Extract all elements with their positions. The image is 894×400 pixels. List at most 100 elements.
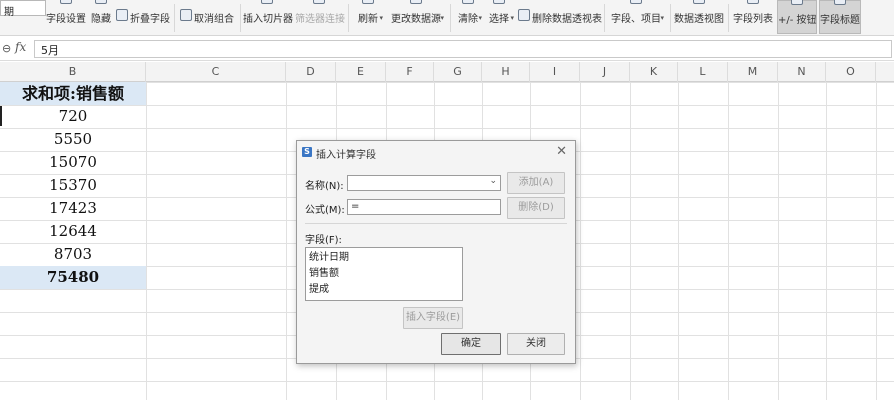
fields-label: 字段(F):	[305, 235, 342, 246]
chevron-down-icon: ▾	[440, 14, 444, 22]
hide-icon	[90, 0, 112, 6]
column-header-i[interactable]: I	[530, 62, 580, 82]
column-header-j[interactable]: J	[580, 62, 630, 82]
refresh-icon	[353, 0, 383, 6]
delete-pivot-button[interactable]: 删除数据透视表	[518, 0, 602, 34]
pivot-value-cell[interactable]: 8703	[0, 243, 146, 266]
select-button[interactable]: 选择 ▾	[484, 0, 514, 34]
refresh-button[interactable]: 刷新 ▾	[353, 0, 383, 34]
column-header-n[interactable]: N	[778, 62, 826, 82]
formula-field[interactable]: =	[347, 199, 501, 215]
slicer-icon	[243, 0, 291, 6]
ribbon-left-field[interactable]: 期	[0, 0, 46, 18]
ungroup-icon	[180, 9, 192, 23]
field-settings-button[interactable]: 字段设置	[46, 0, 86, 34]
column-header-c[interactable]: C	[146, 62, 286, 82]
add-button[interactable]: 添加(A)	[507, 172, 565, 194]
column-header-b[interactable]: B	[0, 62, 146, 82]
formula-label: 公式(M):	[305, 205, 345, 216]
insert-slicer-button[interactable]: 插入切片器	[243, 0, 293, 34]
chevron-down-icon: ▾	[379, 14, 383, 22]
column-header-m[interactable]: M	[728, 62, 778, 82]
grid-line	[630, 82, 631, 400]
column-header-h[interactable]: H	[482, 62, 530, 82]
filter-connection-button[interactable]: 筛选器连接	[295, 0, 345, 34]
chevron-down-icon: ▾	[660, 14, 664, 22]
pivot-value-cell[interactable]: 720	[0, 105, 146, 128]
zoom-icon[interactable]: ⊖	[2, 42, 11, 55]
pivot-chart-icon	[674, 0, 724, 6]
delete-button[interactable]: 删除(D)	[507, 197, 565, 219]
chevron-down-icon: ▾	[510, 14, 514, 22]
ribbon-divider	[604, 4, 605, 32]
name-combobox[interactable]: ⌄	[347, 175, 501, 191]
column-header-d[interactable]: D	[286, 62, 336, 82]
grid-line	[778, 82, 779, 400]
grid-line	[146, 82, 147, 400]
ribbon-divider	[450, 4, 451, 32]
column-header-l[interactable]: L	[678, 62, 728, 82]
field-headers-icon	[820, 0, 860, 7]
dialog-title-bar[interactable]: S 插入计算字段 ✕	[297, 141, 575, 165]
ribbon-divider	[348, 4, 349, 32]
pivot-value-cell[interactable]: 15370	[0, 174, 146, 197]
data-source-icon	[388, 0, 444, 6]
list-item[interactable]: 销售额	[309, 266, 459, 282]
select-icon	[484, 0, 514, 6]
ribbon-divider	[174, 4, 175, 32]
ribbon-divider	[728, 4, 729, 32]
column-header-g[interactable]: G	[434, 62, 482, 82]
dialog-divider	[305, 223, 567, 224]
list-item[interactable]: 统计日期	[309, 250, 459, 266]
grid-line	[286, 82, 287, 400]
pivot-chart-button[interactable]: 数据透视图	[674, 0, 724, 34]
field-headers-toggle[interactable]: 字段标题	[819, 0, 861, 34]
grid-line	[728, 82, 729, 400]
change-data-source-button[interactable]: 更改数据源 ▾	[388, 0, 444, 34]
insert-field-button[interactable]: 插入字段(E)	[403, 307, 463, 329]
filter-connection-icon	[295, 0, 343, 6]
ok-button[interactable]: 确定	[441, 333, 501, 355]
formula-input[interactable]: 5月	[34, 40, 892, 58]
pivot-grand-total[interactable]: 75480	[0, 266, 146, 289]
pivot-value-cell[interactable]: 12644	[0, 220, 146, 243]
grid-line	[580, 82, 581, 400]
chevron-down-icon[interactable]: ⌄	[489, 176, 497, 186]
field-list-icon	[733, 0, 773, 6]
plus-minus-button-toggle[interactable]: +/- 按钮	[777, 0, 817, 34]
chevron-down-icon: ▾	[478, 14, 482, 22]
fields-listbox[interactable]: 统计日期 销售额 提成	[305, 247, 463, 301]
clear-icon	[454, 0, 482, 6]
close-button[interactable]: 关闭	[507, 333, 565, 355]
dialog-title: 插入计算字段	[316, 150, 376, 161]
column-header-o[interactable]: O	[826, 62, 876, 82]
column-header-k[interactable]: K	[630, 62, 678, 82]
pivot-value-cell[interactable]: 15070	[0, 151, 146, 174]
list-item[interactable]: 提成	[309, 282, 459, 298]
grid-line	[678, 82, 679, 400]
pivot-value-header[interactable]: 求和项:销售额	[0, 82, 146, 105]
grid-line	[826, 82, 827, 400]
collapse-field-button[interactable]: 折叠字段	[116, 0, 170, 34]
hide-button[interactable]: 隐藏	[90, 0, 112, 34]
pivot-value-cell[interactable]: 5550	[0, 128, 146, 151]
field-list-button[interactable]: 字段列表	[733, 0, 773, 34]
plus-minus-icon	[778, 0, 816, 7]
grid-line	[876, 82, 877, 400]
wps-logo-icon: S	[302, 147, 312, 157]
ungroup-button[interactable]: 取消组合	[180, 0, 238, 34]
formula-bar: ⊖ fx 5月	[0, 37, 894, 61]
close-icon[interactable]: ✕	[556, 144, 567, 159]
ribbon-divider	[240, 4, 241, 32]
pivot-value-cell[interactable]: 17423	[0, 197, 146, 220]
clear-button[interactable]: 清除 ▾	[454, 0, 482, 34]
column-header-e[interactable]: E	[336, 62, 386, 82]
fx-icon[interactable]: fx	[15, 40, 26, 54]
name-label: 名称(N):	[305, 181, 344, 192]
column-headers: B C D E F G H I J K L M N O	[0, 62, 894, 82]
fields-items-button[interactable]: 字段、项目 ▾	[608, 0, 664, 34]
collapse-icon	[116, 9, 128, 23]
ribbon-divider	[670, 4, 671, 32]
ribbon-toolbar: 期 字段设置 隐藏 折叠字段 取消组合 插入切片器 筛选器连接 刷新 ▾ 更改数…	[0, 0, 894, 36]
column-header-f[interactable]: F	[386, 62, 434, 82]
